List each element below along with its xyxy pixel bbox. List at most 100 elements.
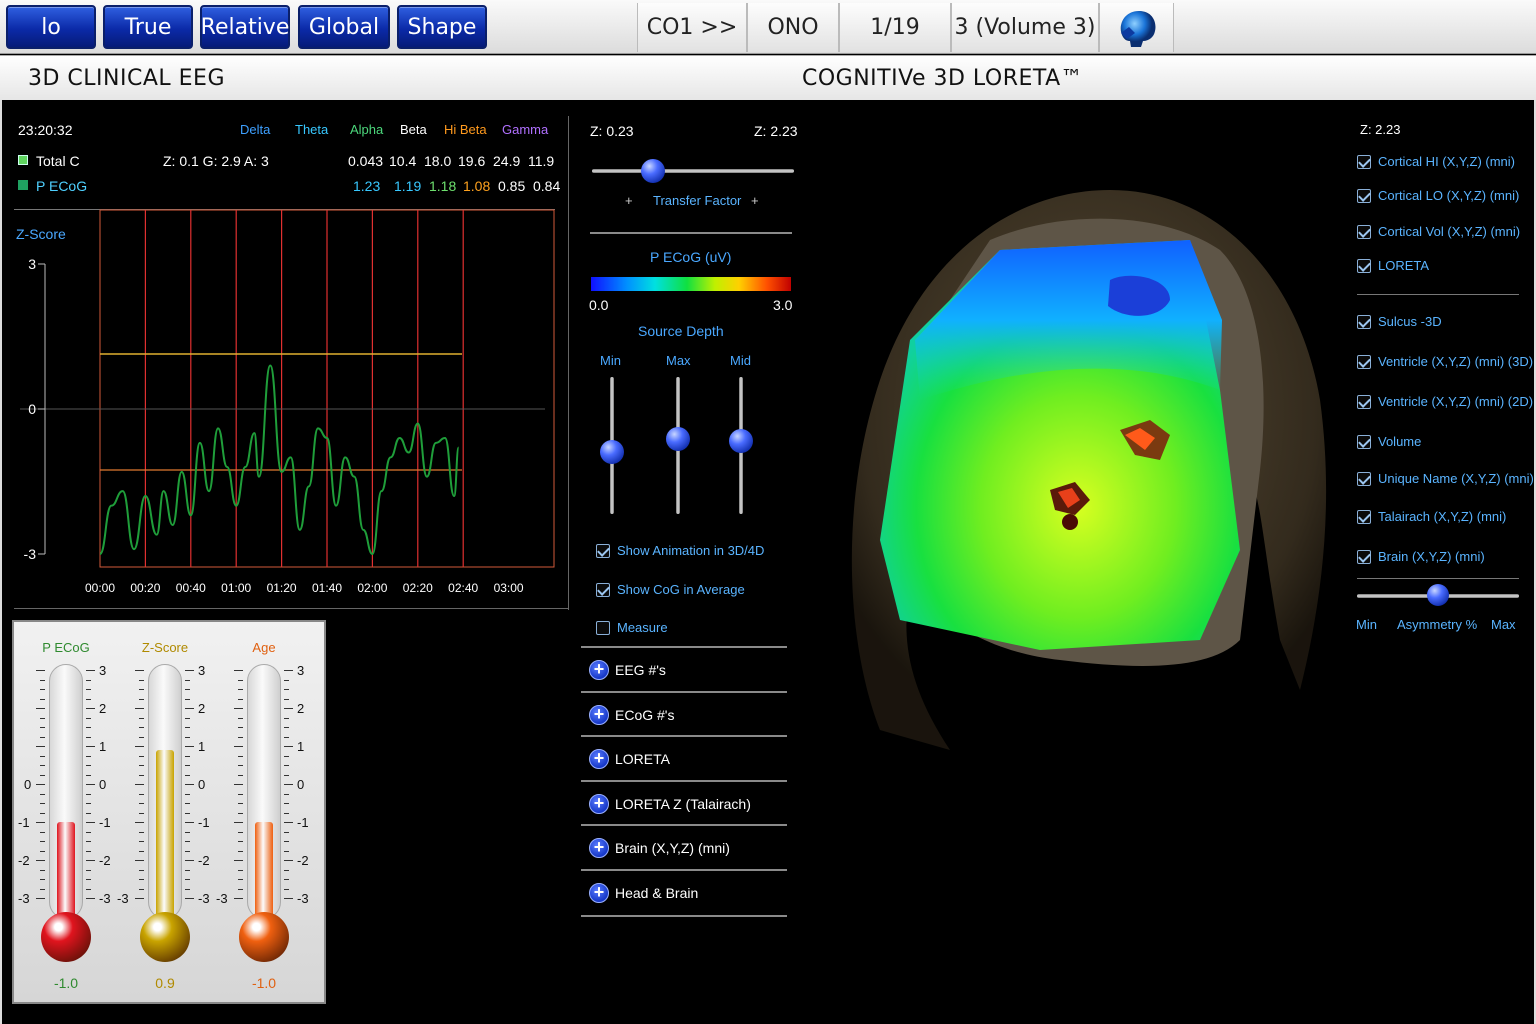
thermometer-bulb xyxy=(239,912,289,962)
scale-label: -2 xyxy=(297,853,309,868)
scale-tick xyxy=(139,717,144,719)
scale-tick xyxy=(185,708,194,709)
x-tick-label: 01:00 xyxy=(221,581,251,595)
scale-tick xyxy=(238,736,243,738)
option-checkbox[interactable] xyxy=(596,621,610,635)
scale-tick xyxy=(139,869,144,871)
thermometer-bulb xyxy=(140,912,190,962)
data-point xyxy=(155,533,158,536)
menu-item[interactable]: + LORETA xyxy=(581,737,787,779)
total-c-value: 24.9 xyxy=(493,153,521,169)
option-checkbox[interactable] xyxy=(596,544,610,558)
head-view-button[interactable] xyxy=(1099,3,1174,52)
layer-checkbox[interactable] xyxy=(1357,550,1371,564)
scale-tick xyxy=(135,898,144,899)
data-point xyxy=(307,485,310,488)
scale-tick xyxy=(185,850,190,852)
p-ecog-value: 1.23 xyxy=(353,178,381,194)
channel-selector[interactable]: CO1 >> xyxy=(637,3,747,52)
volume-selector[interactable]: 3 (Volume 3) xyxy=(951,3,1099,52)
ono-selector[interactable]: ONO xyxy=(747,3,839,52)
scale-tick xyxy=(238,679,243,681)
total-c-label: Total C xyxy=(36,153,80,169)
scale-tick xyxy=(139,850,144,852)
option-label: Show CoG in Average xyxy=(617,582,745,597)
layer-checkbox[interactable] xyxy=(1357,189,1371,203)
menu-item[interactable]: + ECoG #'s xyxy=(581,693,787,735)
shape-button[interactable]: Shape xyxy=(397,5,487,49)
data-point xyxy=(217,427,220,430)
layer-checkbox[interactable] xyxy=(1357,225,1371,239)
scale-label: 3 xyxy=(99,663,107,678)
scale-tick xyxy=(238,689,243,690)
scale-tick xyxy=(86,774,91,776)
scale-tick xyxy=(238,869,243,871)
layer-checkbox[interactable] xyxy=(1357,435,1371,449)
layer-label: LORETA xyxy=(1378,258,1430,273)
layer-label: Ventricle (X,Y,Z) (mni) (3D) xyxy=(1378,354,1534,369)
data-point xyxy=(416,422,419,425)
menu-item[interactable]: + LORETA Z (Talairach) xyxy=(581,782,787,824)
depth-mid-knob[interactable] xyxy=(729,429,753,454)
global-button-label: Global xyxy=(308,14,380,40)
layer-label: Ventricle (X,Y,Z) (mni) (2D) xyxy=(1378,394,1534,409)
menu-item[interactable]: + EEG #'s xyxy=(581,648,787,690)
data-point xyxy=(257,475,260,478)
layer-checkbox[interactable] xyxy=(1357,472,1371,486)
layer-checkbox[interactable] xyxy=(1357,155,1371,169)
expand-plus-icon[interactable]: + xyxy=(589,793,609,814)
scale-tick xyxy=(185,831,190,833)
relative-button[interactable]: Relative xyxy=(200,5,290,49)
scale-label: -3 xyxy=(117,891,129,906)
layer-checkbox[interactable] xyxy=(1357,355,1371,369)
depth-max-knob[interactable] xyxy=(666,426,690,451)
scale-tick xyxy=(284,869,289,871)
asymmetry-slider-knob[interactable] xyxy=(1427,584,1449,606)
scale-tick xyxy=(86,888,91,890)
thermometer-label: Age xyxy=(252,640,276,655)
true-button[interactable]: True xyxy=(103,5,193,49)
ecog-scale-label: P ECoG (uV) xyxy=(650,249,732,265)
layer-label: Cortical HI (X,Y,Z) (mni) xyxy=(1378,154,1515,169)
expand-plus-icon[interactable]: + xyxy=(589,838,609,859)
layer-label: Sulcus -3D xyxy=(1378,314,1442,329)
transfer-slider-knob[interactable] xyxy=(640,159,665,183)
scale-tick xyxy=(234,708,243,709)
layer-checkbox[interactable] xyxy=(1357,395,1371,409)
page-counter[interactable]: 1/19 xyxy=(839,3,951,52)
scale-tick xyxy=(234,746,243,747)
expand-plus-icon[interactable]: + xyxy=(589,660,609,680)
lo-button[interactable]: lo xyxy=(6,5,96,49)
scale-tick xyxy=(284,784,293,785)
scale-tick xyxy=(139,755,144,757)
menu-item[interactable]: + Brain (X,Y,Z) (mni) xyxy=(581,826,787,868)
global-button[interactable]: Global xyxy=(298,5,390,49)
data-point xyxy=(353,475,356,478)
layer-checkbox[interactable] xyxy=(1357,315,1371,329)
data-point xyxy=(362,528,365,531)
scale-tick xyxy=(36,708,45,709)
expand-plus-icon[interactable]: + xyxy=(589,749,609,770)
scale-tick xyxy=(40,812,45,814)
expand-plus-icon[interactable]: + xyxy=(589,883,609,903)
scale-tick xyxy=(40,755,45,757)
layer-checkbox[interactable] xyxy=(1357,259,1371,273)
scale-tick xyxy=(238,698,243,700)
menu-item[interactable]: + Head & Brain xyxy=(581,871,787,913)
scale-label: 0 xyxy=(297,777,305,792)
scale-label: -3 xyxy=(198,891,210,906)
scale-tick xyxy=(185,841,190,842)
scale-tick xyxy=(36,746,45,747)
brain-3d-view[interactable] xyxy=(840,170,1340,760)
option-checkbox[interactable] xyxy=(596,583,610,597)
transfer-slider-track[interactable] xyxy=(592,169,794,173)
layer-checkbox[interactable] xyxy=(1357,510,1371,524)
thermometer-value: -1.0 xyxy=(53,975,79,991)
depth-min-knob[interactable] xyxy=(600,440,624,465)
volume-label: 3 (Volume 3) xyxy=(954,15,1096,40)
scale-tick xyxy=(40,679,45,681)
expand-plus-icon[interactable]: + xyxy=(589,704,609,725)
x-tick-label: 02:20 xyxy=(403,581,433,595)
scale-tick xyxy=(185,698,190,700)
scale-tick xyxy=(40,774,45,776)
